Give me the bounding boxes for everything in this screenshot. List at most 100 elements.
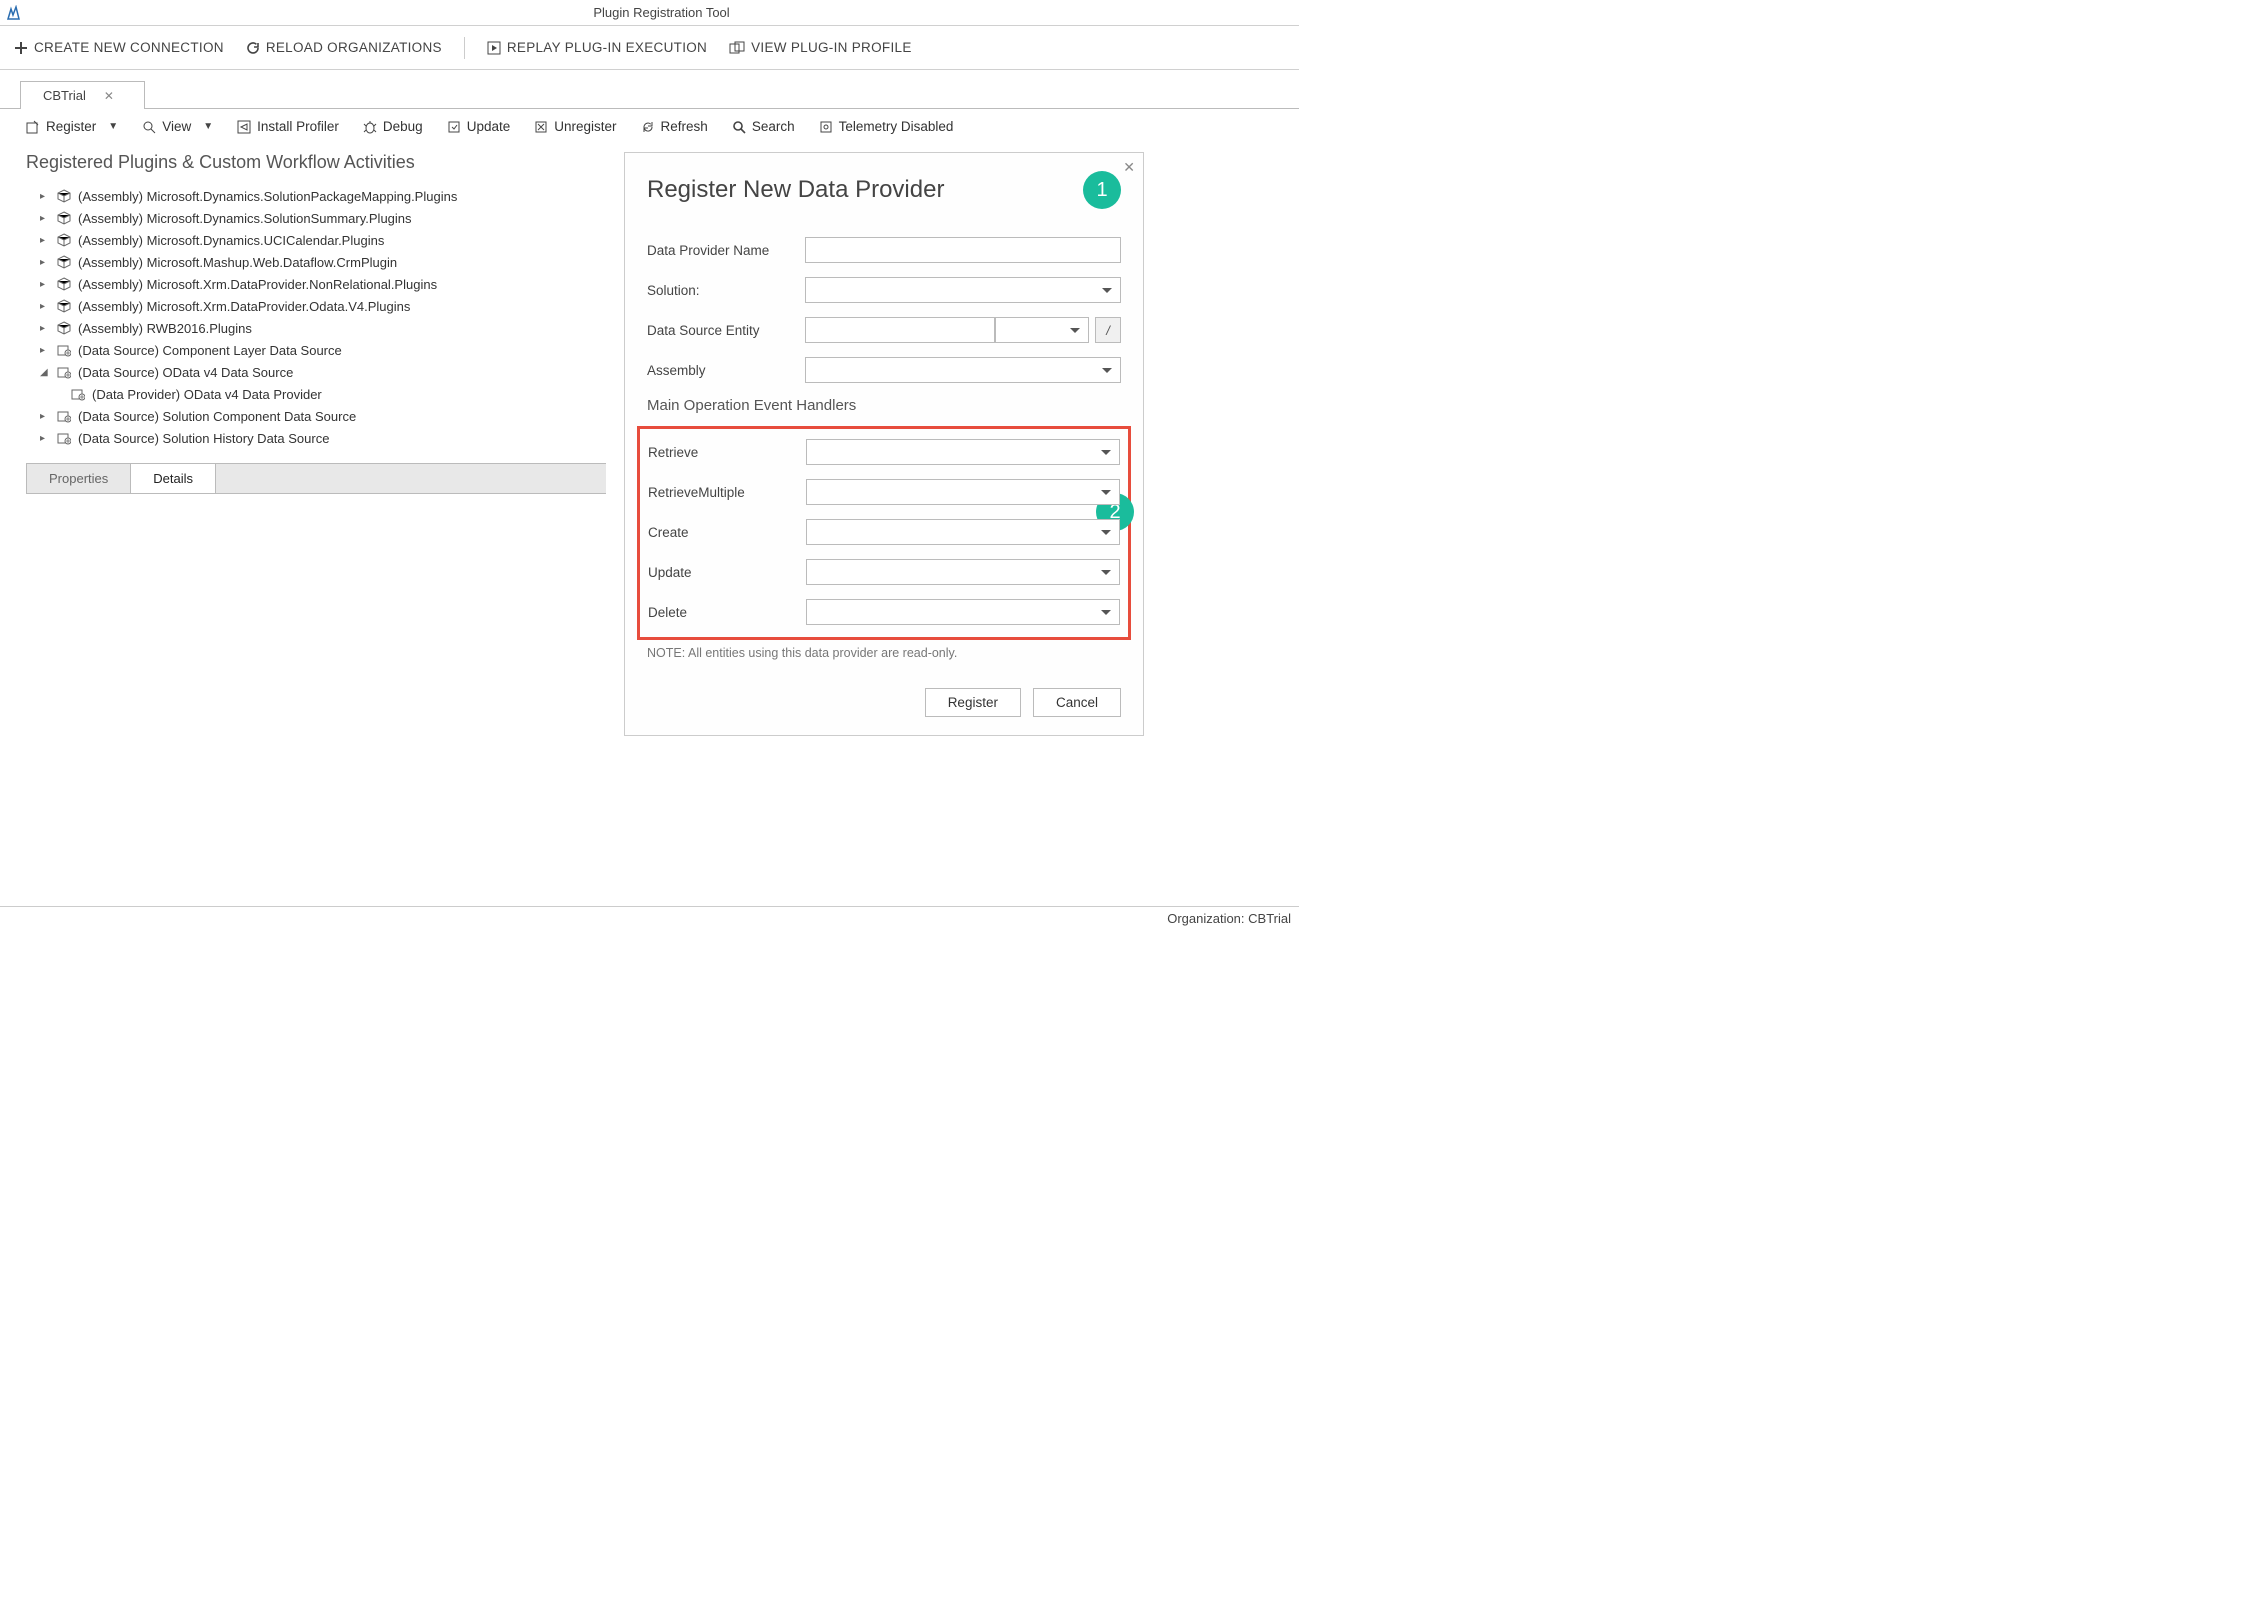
row-solution: Solution:	[647, 277, 1121, 303]
tree-item[interactable]: ▸(Assembly) RWB2016.Plugins	[26, 317, 596, 339]
replay-plugin-button[interactable]: REPLAY PLUG-IN EXECUTION	[487, 40, 707, 55]
input-entity-prefix[interactable]	[805, 317, 995, 343]
tree-item-label: (Data Source) Solution Component Data So…	[78, 409, 356, 424]
tree-item-label: (Data Source) Component Layer Data Sourc…	[78, 343, 342, 358]
expander-icon[interactable]: ◢	[40, 367, 50, 378]
tree-item[interactable]: ▸(Data Source) Solution History Data Sou…	[26, 427, 596, 449]
label-data-source-entity: Data Source Entity	[647, 323, 805, 338]
select-retrieve[interactable]	[806, 439, 1120, 465]
select-delete[interactable]	[806, 599, 1120, 625]
select-assembly[interactable]	[805, 357, 1121, 383]
view-profile-label: VIEW PLUG-IN PROFILE	[751, 40, 912, 55]
debug-button[interactable]: Debug	[363, 119, 423, 134]
dialog-title-row: Register New Data Provider 1	[647, 171, 1121, 209]
search-button[interactable]: Search	[732, 119, 795, 134]
update-label: Update	[467, 119, 511, 134]
register-icon	[26, 120, 40, 134]
tree-item[interactable]: ▸ (Data Source) Component Layer Data Sour…	[26, 339, 596, 361]
tree-item[interactable]: ▸(Assembly) Microsoft.Dynamics.SolutionP…	[26, 185, 596, 207]
update-icon	[447, 120, 461, 134]
create-connection-button[interactable]: CREATE NEW CONNECTION	[14, 40, 224, 55]
expander-icon[interactable]: ▸	[40, 279, 50, 290]
select-create[interactable]	[806, 519, 1120, 545]
replay-plugin-label: REPLAY PLUG-IN EXECUTION	[507, 40, 707, 55]
cancel-button[interactable]: Cancel	[1033, 688, 1121, 717]
install-profiler-button[interactable]: Install Profiler	[237, 119, 339, 134]
input-data-provider-name[interactable]	[805, 237, 1121, 263]
tree-item[interactable]: ▸ (Data Source) Solution Component Data S…	[26, 405, 596, 427]
expander-icon[interactable]: ▸	[40, 323, 50, 334]
select-update[interactable]	[806, 559, 1120, 585]
telemetry-label: Telemetry Disabled	[839, 119, 954, 134]
register-button[interactable]: Register ▼	[26, 119, 118, 134]
tree-item-label: (Assembly) Microsoft.Dynamics.UCICalenda…	[78, 233, 384, 248]
tree-item[interactable]: ▸(Assembly) Microsoft.Xrm.DataProvider.O…	[26, 295, 596, 317]
register-label: Register	[46, 119, 96, 134]
entity-slash-button[interactable]: /	[1095, 317, 1121, 343]
tab-properties[interactable]: Properties	[27, 464, 131, 493]
expander-icon[interactable]: ▸	[40, 235, 50, 246]
select-retrieve-multiple[interactable]	[806, 479, 1120, 505]
tab-details[interactable]: Details	[131, 464, 216, 493]
tree-item-label: (Assembly) Microsoft.Xrm.DataProvider.No…	[78, 277, 437, 292]
search-label: Search	[752, 119, 795, 134]
content-area: Registered Plugins & Custom Workflow Act…	[0, 152, 1299, 494]
tree-section: Registered Plugins & Custom Workflow Act…	[26, 152, 596, 494]
install-icon	[237, 120, 251, 134]
tree-item[interactable]: ▸ (Assembly) Microsoft.Xrm.DataProvider.N…	[26, 273, 596, 295]
assembly-icon	[56, 254, 72, 270]
bug-icon	[363, 120, 377, 134]
tab-close-icon[interactable]: ✕	[104, 89, 114, 103]
telemetry-button[interactable]: Telemetry Disabled	[819, 119, 954, 134]
sub-toolbar: Register ▼ View ▼ Install Profiler Debug…	[0, 109, 1299, 144]
tree-item[interactable]: ▸ (Assembly) Microsoft.Dynamics.SolutionS…	[26, 207, 596, 229]
expander-icon[interactable]: ▸	[40, 345, 50, 356]
lower-tabs: Properties Details	[26, 463, 606, 494]
reload-orgs-label: RELOAD ORGANIZATIONS	[266, 40, 442, 55]
view-button[interactable]: View ▼	[142, 119, 213, 134]
tree-title: Registered Plugins & Custom Workflow Act…	[26, 152, 596, 173]
expander-icon[interactable]: ▸	[40, 411, 50, 422]
assembly-icon	[56, 210, 72, 226]
datasource-icon	[56, 430, 72, 446]
tab-cbtrial[interactable]: CBTrial ✕	[20, 81, 145, 109]
register-submit-button[interactable]: Register	[925, 688, 1021, 717]
tab-cbtrial-label: CBTrial	[43, 88, 86, 103]
row-retrieve: Retrieve	[648, 439, 1120, 465]
tree-item-label: (Data Source) OData v4 Data Source	[78, 365, 293, 380]
datasource-icon	[56, 364, 72, 380]
event-handlers-highlight: 2 Retrieve RetrieveMultiple Create Updat…	[637, 426, 1131, 640]
close-icon[interactable]: ✕	[1123, 159, 1135, 176]
tree-item[interactable]: ▸(Assembly) Microsoft.Mashup.Web.Dataflo…	[26, 251, 596, 273]
label-solution: Solution:	[647, 283, 805, 298]
app-logo-icon	[6, 5, 24, 21]
expander-icon[interactable]: ▸	[40, 213, 50, 224]
refresh-button[interactable]: Refresh	[641, 119, 708, 134]
tree-item-label: (Data Provider) OData v4 Data Provider	[92, 387, 322, 402]
status-bar: Organization: CBTrial	[0, 906, 1299, 930]
tree-item[interactable]: ◢ (Data Source) OData v4 Data Source	[26, 361, 596, 383]
chevron-down-icon: ▼	[203, 121, 213, 132]
row-data-provider-name: Data Provider Name	[647, 237, 1121, 263]
row-create: Create	[648, 519, 1120, 545]
expander-icon[interactable]: ▸	[40, 257, 50, 268]
select-data-source-entity[interactable]	[995, 317, 1089, 343]
select-solution[interactable]	[805, 277, 1121, 303]
plugins-tree: ▸(Assembly) Microsoft.Dynamics.SolutionP…	[26, 185, 596, 449]
tree-item[interactable]: ▸ (Assembly) Microsoft.Dynamics.UCICalend…	[26, 229, 596, 251]
datasource-icon	[56, 408, 72, 424]
update-button[interactable]: Update	[447, 119, 511, 134]
expander-icon[interactable]: ▸	[40, 191, 50, 202]
unregister-button[interactable]: Unregister	[534, 119, 616, 134]
view-profile-button[interactable]: VIEW PLUG-IN PROFILE	[729, 40, 912, 55]
tree-item-label: (Assembly) Microsoft.Dynamics.SolutionSu…	[78, 211, 412, 226]
dataprovider-icon	[70, 386, 86, 402]
plus-icon	[14, 41, 28, 55]
dialog-title: Register New Data Provider	[647, 176, 944, 204]
view-label: View	[162, 119, 191, 134]
unregister-label: Unregister	[554, 119, 616, 134]
reload-orgs-button[interactable]: RELOAD ORGANIZATIONS	[246, 40, 442, 55]
expander-icon[interactable]: ▸	[40, 301, 50, 312]
expander-icon[interactable]: ▸	[40, 433, 50, 444]
tree-item[interactable]: (Data Provider) OData v4 Data Provider	[26, 383, 596, 405]
